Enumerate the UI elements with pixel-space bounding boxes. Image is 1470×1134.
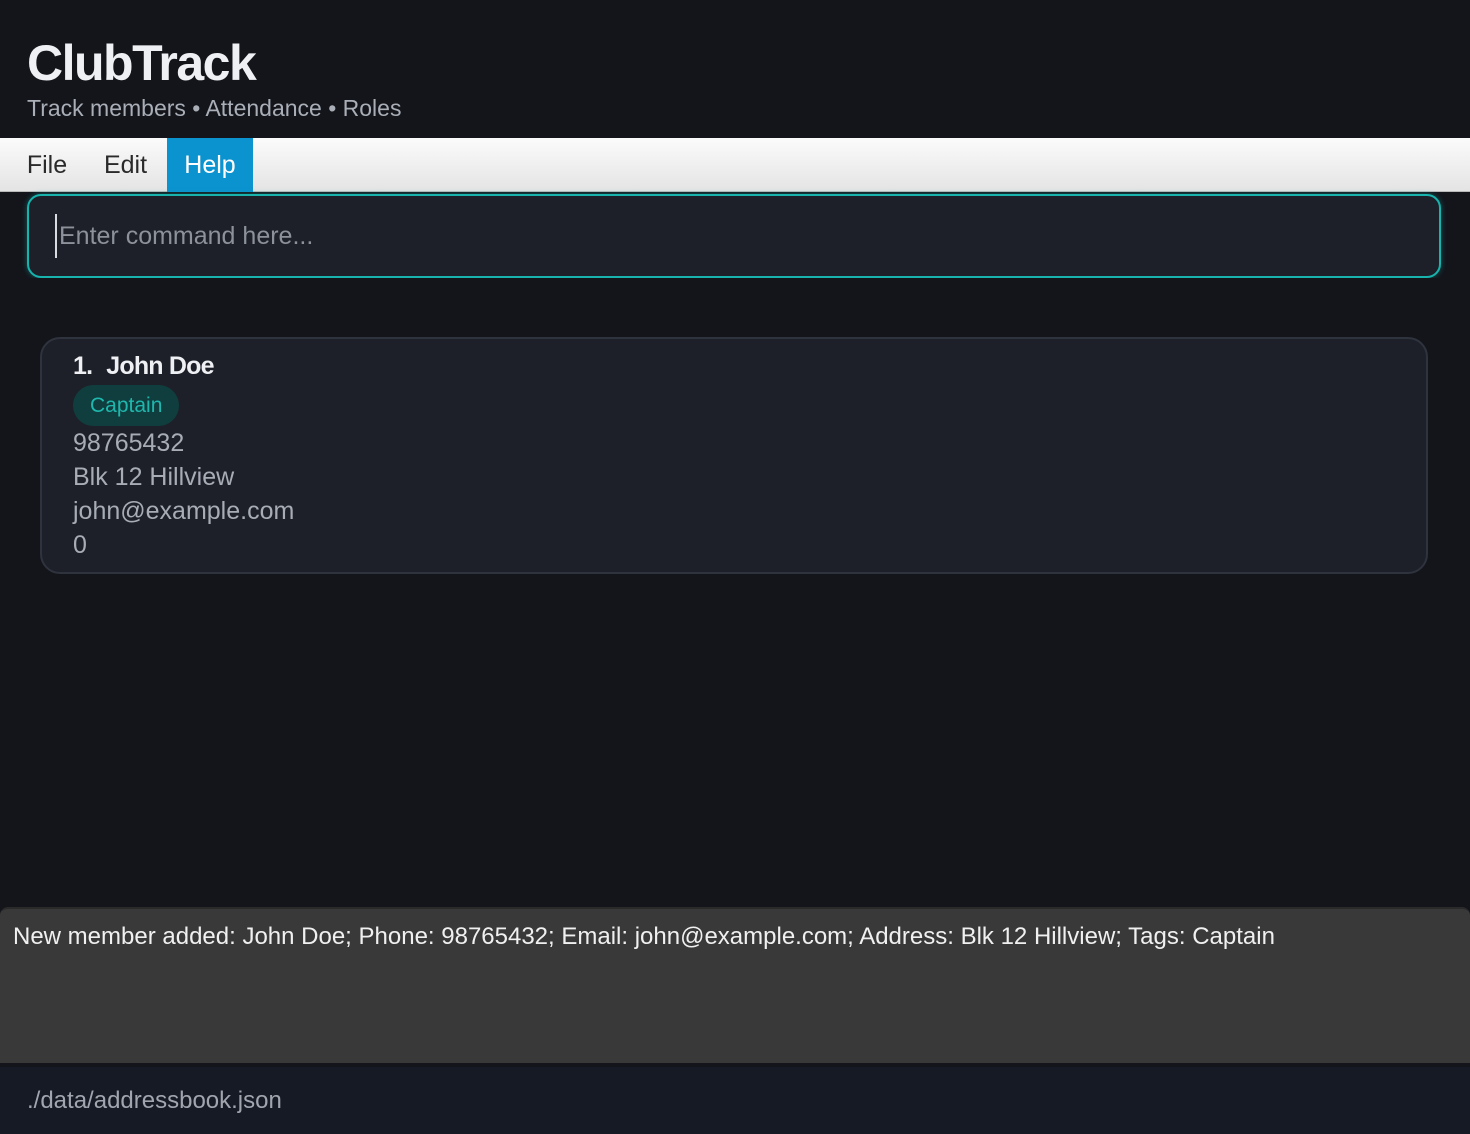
app-header: ClubTrack Track members • Attendance • R… — [0, 0, 1470, 138]
app-title: ClubTrack — [27, 35, 257, 91]
member-attendance: 0 — [73, 531, 87, 559]
menu-file[interactable]: File — [11, 138, 83, 192]
member-name-row: 1. John Doe — [73, 352, 215, 381]
result-message: New member added: John Doe; Phone: 98765… — [13, 923, 1275, 950]
member-address: Blk 12 Hillview — [73, 463, 235, 491]
member-list-panel[interactable]: 1. John Doe Captain 98765432 Blk 12 Hillv… — [0, 278, 1470, 906]
app-subtitle: Track members • Attendance • Roles — [27, 95, 402, 121]
member-index: 1. — [73, 352, 93, 380]
result-display[interactable]: New member added: John Doe; Phone: 98765… — [0, 907, 1470, 1063]
clubtrack-window: ClubTrack Track members • Attendance • R… — [0, 0, 1470, 1134]
menu-bar: File Edit Help — [0, 138, 1470, 192]
member-card[interactable]: 1. John Doe Captain 98765432 Blk 12 Hillv… — [40, 337, 1428, 574]
command-box — [27, 194, 1441, 278]
member-tag: Captain — [73, 385, 180, 426]
status-bar: ./data/addressbook.json — [0, 1067, 1470, 1134]
data-file-path: ./data/addressbook.json — [27, 1087, 282, 1114]
member-name: John Doe — [106, 352, 214, 380]
menu-help[interactable]: Help — [167, 138, 253, 192]
member-email: john@example.com — [73, 497, 295, 525]
command-input[interactable] — [55, 214, 1409, 258]
menu-edit[interactable]: Edit — [88, 138, 163, 192]
member-phone: 98765432 — [73, 429, 185, 457]
